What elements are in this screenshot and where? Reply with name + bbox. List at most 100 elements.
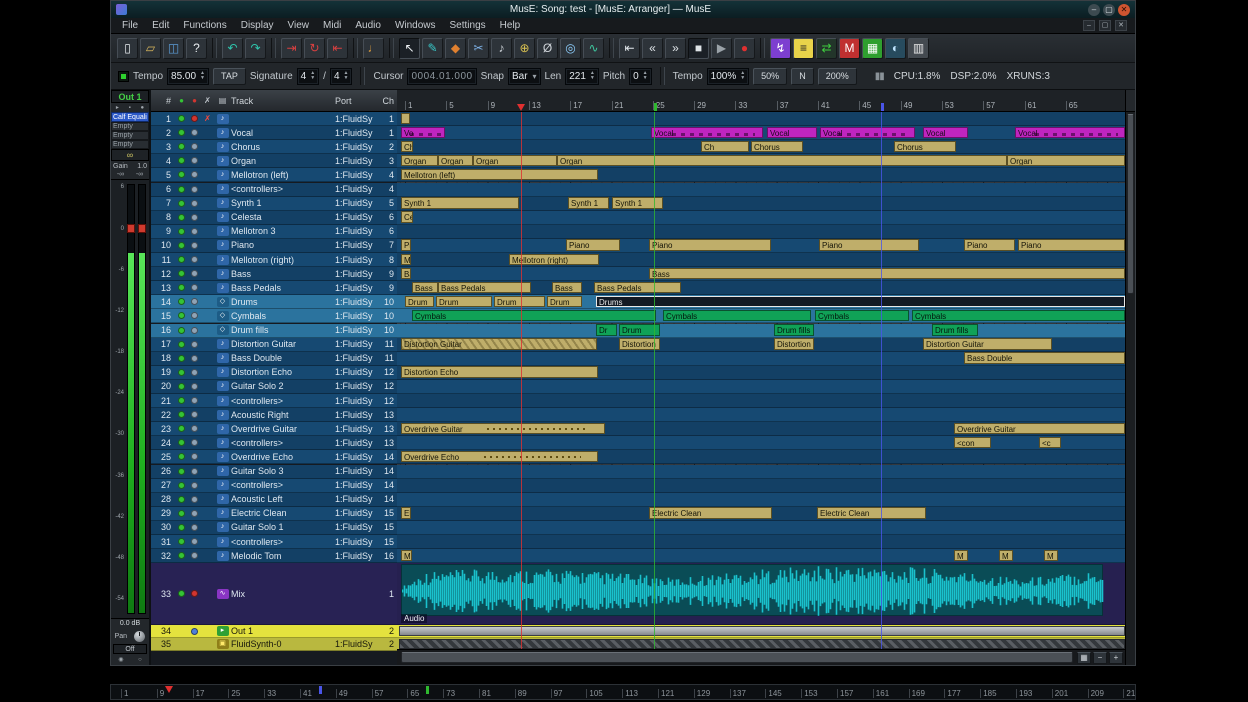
part-drum-fills[interactable]: Drum fills	[932, 324, 978, 336]
track-port[interactable]: 1:FluidSy	[335, 114, 381, 124]
input-monitor-cell[interactable]	[188, 411, 201, 418]
hzoom-200-button[interactable]: 200%	[818, 68, 857, 85]
part-ce[interactable]: Ce	[401, 211, 413, 223]
part-distortion-echo[interactable]: Distortion Echo	[401, 366, 598, 378]
part-drum-fills[interactable]: Drum fills	[774, 324, 814, 336]
vertical-scrollbar[interactable]	[1125, 90, 1135, 665]
hzoom-50-button[interactable]: 50%	[753, 68, 787, 85]
part-drums[interactable]: Drums	[596, 296, 1125, 308]
part-vocal[interactable]: Vocal	[1015, 127, 1125, 139]
track-port[interactable]: 1:FluidSy	[335, 269, 381, 279]
track-port[interactable]: 1:FluidSy	[335, 128, 381, 138]
part-synth-1[interactable]: Synth 1	[401, 197, 519, 209]
track-lane-32[interactable]	[397, 549, 1125, 563]
track-row-piano[interactable]: 10♪Piano1:FluidSy7	[151, 239, 397, 253]
part-distortion-guitar[interactable]: Distortion Guitar	[401, 338, 597, 350]
input-monitor-cell[interactable]	[188, 256, 201, 263]
record-arm-cell[interactable]	[175, 482, 188, 489]
track-row-guitar-solo-2[interactable]: 20♪Guitar Solo 21:FluidSy12	[151, 380, 397, 394]
part-chorus[interactable]: Chorus	[751, 141, 803, 153]
part-distortion[interactable]: Distortion	[619, 338, 660, 350]
track-lane-20[interactable]	[397, 380, 1125, 394]
track-port[interactable]: 1:FluidSy	[335, 339, 381, 349]
part-organ[interactable]: Organ	[473, 155, 557, 167]
part-overdrive-guitar[interactable]: Overdrive Guitar	[954, 423, 1125, 435]
menu-view[interactable]: View	[281, 19, 317, 32]
track-row-melodic-tom[interactable]: 32♪Melodic Tom1:FluidSy16	[151, 549, 397, 563]
input-monitor-cell[interactable]	[188, 298, 201, 305]
part-c[interactable]: <c	[1039, 437, 1061, 449]
part-drum[interactable]: Drum	[405, 296, 434, 308]
track-port[interactable]: 1:FluidSy	[335, 142, 381, 152]
pan-row[interactable]: Pan	[111, 629, 149, 643]
io-routing-button[interactable]: ⇄	[816, 38, 837, 59]
track-row-cymbals[interactable]: 15◇Cymbals1:FluidSy10	[151, 309, 397, 323]
open-song-button[interactable]: ▱	[140, 38, 161, 59]
part-ch[interactable]: Ch	[701, 141, 749, 153]
part-m[interactable]: M	[1044, 550, 1058, 562]
part-clip[interactable]	[401, 113, 410, 125]
loop-button[interactable]: ↻	[304, 38, 325, 59]
whats-this-button[interactable]: ?	[186, 38, 207, 59]
input-monitor-cell[interactable]	[188, 327, 201, 334]
input-monitor-cell[interactable]	[188, 482, 201, 489]
track-port[interactable]: 1:FluidSy	[335, 212, 381, 222]
record-arm-cell[interactable]	[175, 355, 188, 362]
track-port[interactable]: 1:FluidSy	[335, 537, 381, 547]
part-bass-double[interactable]: Bass Double	[964, 352, 1125, 364]
track-port[interactable]: 1:FluidSy	[335, 367, 381, 377]
track-port[interactable]: 1:FluidSy	[335, 170, 381, 180]
part-el[interactable]: El	[401, 507, 411, 519]
fader-handle-right[interactable]	[138, 224, 146, 233]
track-port[interactable]: 1:FluidSy	[335, 551, 381, 561]
menu-midi[interactable]: Midi	[316, 19, 348, 32]
tap-button[interactable]: TAP	[213, 68, 246, 85]
track-port[interactable]: 1:FluidSy	[335, 353, 381, 363]
part-bass[interactable]: Bass	[649, 268, 1125, 280]
record-arm-cell[interactable]	[175, 510, 188, 517]
track-row-acoustic-left[interactable]: 28♪Acoustic Left1:FluidSy14	[151, 493, 397, 507]
pitch-spinbox[interactable]: 0▲▼	[629, 68, 652, 85]
part-drum[interactable]: Drum	[436, 296, 492, 308]
track-row-mellotron-3[interactable]: 9♪Mellotron 31:FluidSy6	[151, 225, 397, 239]
track-lane-21[interactable]	[397, 394, 1125, 408]
strip-record-icon[interactable]: ●	[140, 105, 144, 111]
record-arm-cell[interactable]	[175, 496, 188, 503]
spinner-arrows-icon[interactable]: ▲▼	[590, 71, 595, 81]
input-monitor-cell[interactable]	[188, 214, 201, 221]
hzoom-normal-button[interactable]: N	[791, 68, 814, 85]
zoom-tool-button[interactable]: ◎	[560, 38, 581, 59]
minimize-button[interactable]: –	[1088, 4, 1100, 16]
signature-numerator-spinbox[interactable]: 4▲▼	[297, 68, 320, 85]
stereo-link-button[interactable]: ∞	[111, 149, 149, 161]
horizontal-scrollbar[interactable]: ▦−+	[397, 649, 1125, 665]
part-cymbals[interactable]: Cymbals	[412, 310, 656, 322]
wave-tool-button[interactable]: ∿	[583, 38, 604, 59]
stop-button[interactable]: ■	[688, 38, 709, 59]
input-monitor-cell[interactable]	[188, 397, 201, 404]
spinner-arrows-icon[interactable]: ▲▼	[200, 71, 205, 81]
piano-roll-button[interactable]: ▥	[908, 38, 929, 59]
glue-tool-button[interactable]: ⊕	[514, 38, 535, 59]
track-row-overdrive-guitar[interactable]: 23♪Overdrive Guitar1:FluidSy13	[151, 422, 397, 436]
track-lane-8[interactable]	[397, 211, 1125, 225]
record-arm-cell[interactable]	[175, 369, 188, 376]
track-port[interactable]: 1:FluidSy	[335, 283, 381, 293]
record-arm-cell[interactable]	[175, 439, 188, 446]
record-arm-cell[interactable]	[175, 242, 188, 249]
track-port[interactable]: 1:FluidSy	[335, 424, 381, 434]
input-monitor-cell[interactable]	[188, 369, 201, 376]
track-port[interactable]: 1:FluidSy	[335, 466, 381, 476]
marker-blue-flag-icon[interactable]	[881, 103, 884, 111]
track-row-controllers[interactable]: 24♪<controllers>1:FluidSy13	[151, 436, 397, 450]
new-song-button[interactable]: ▯	[117, 38, 138, 59]
track-row-guitar-solo-1[interactable]: 30♪Guitar Solo 11:FluidSy15	[151, 521, 397, 535]
part-piano[interactable]: Piano	[819, 239, 919, 251]
part-organ[interactable]: Organ	[438, 155, 473, 167]
record-button[interactable]: ●	[734, 38, 755, 59]
track-row-controllers[interactable]: 27♪<controllers>1:FluidSy14	[151, 479, 397, 493]
record-arm-cell[interactable]	[175, 383, 188, 390]
track-lane-24[interactable]	[397, 436, 1125, 450]
part-piano[interactable]: Piano	[964, 239, 1015, 251]
part-electric-clean[interactable]: Electric Clean	[649, 507, 772, 519]
